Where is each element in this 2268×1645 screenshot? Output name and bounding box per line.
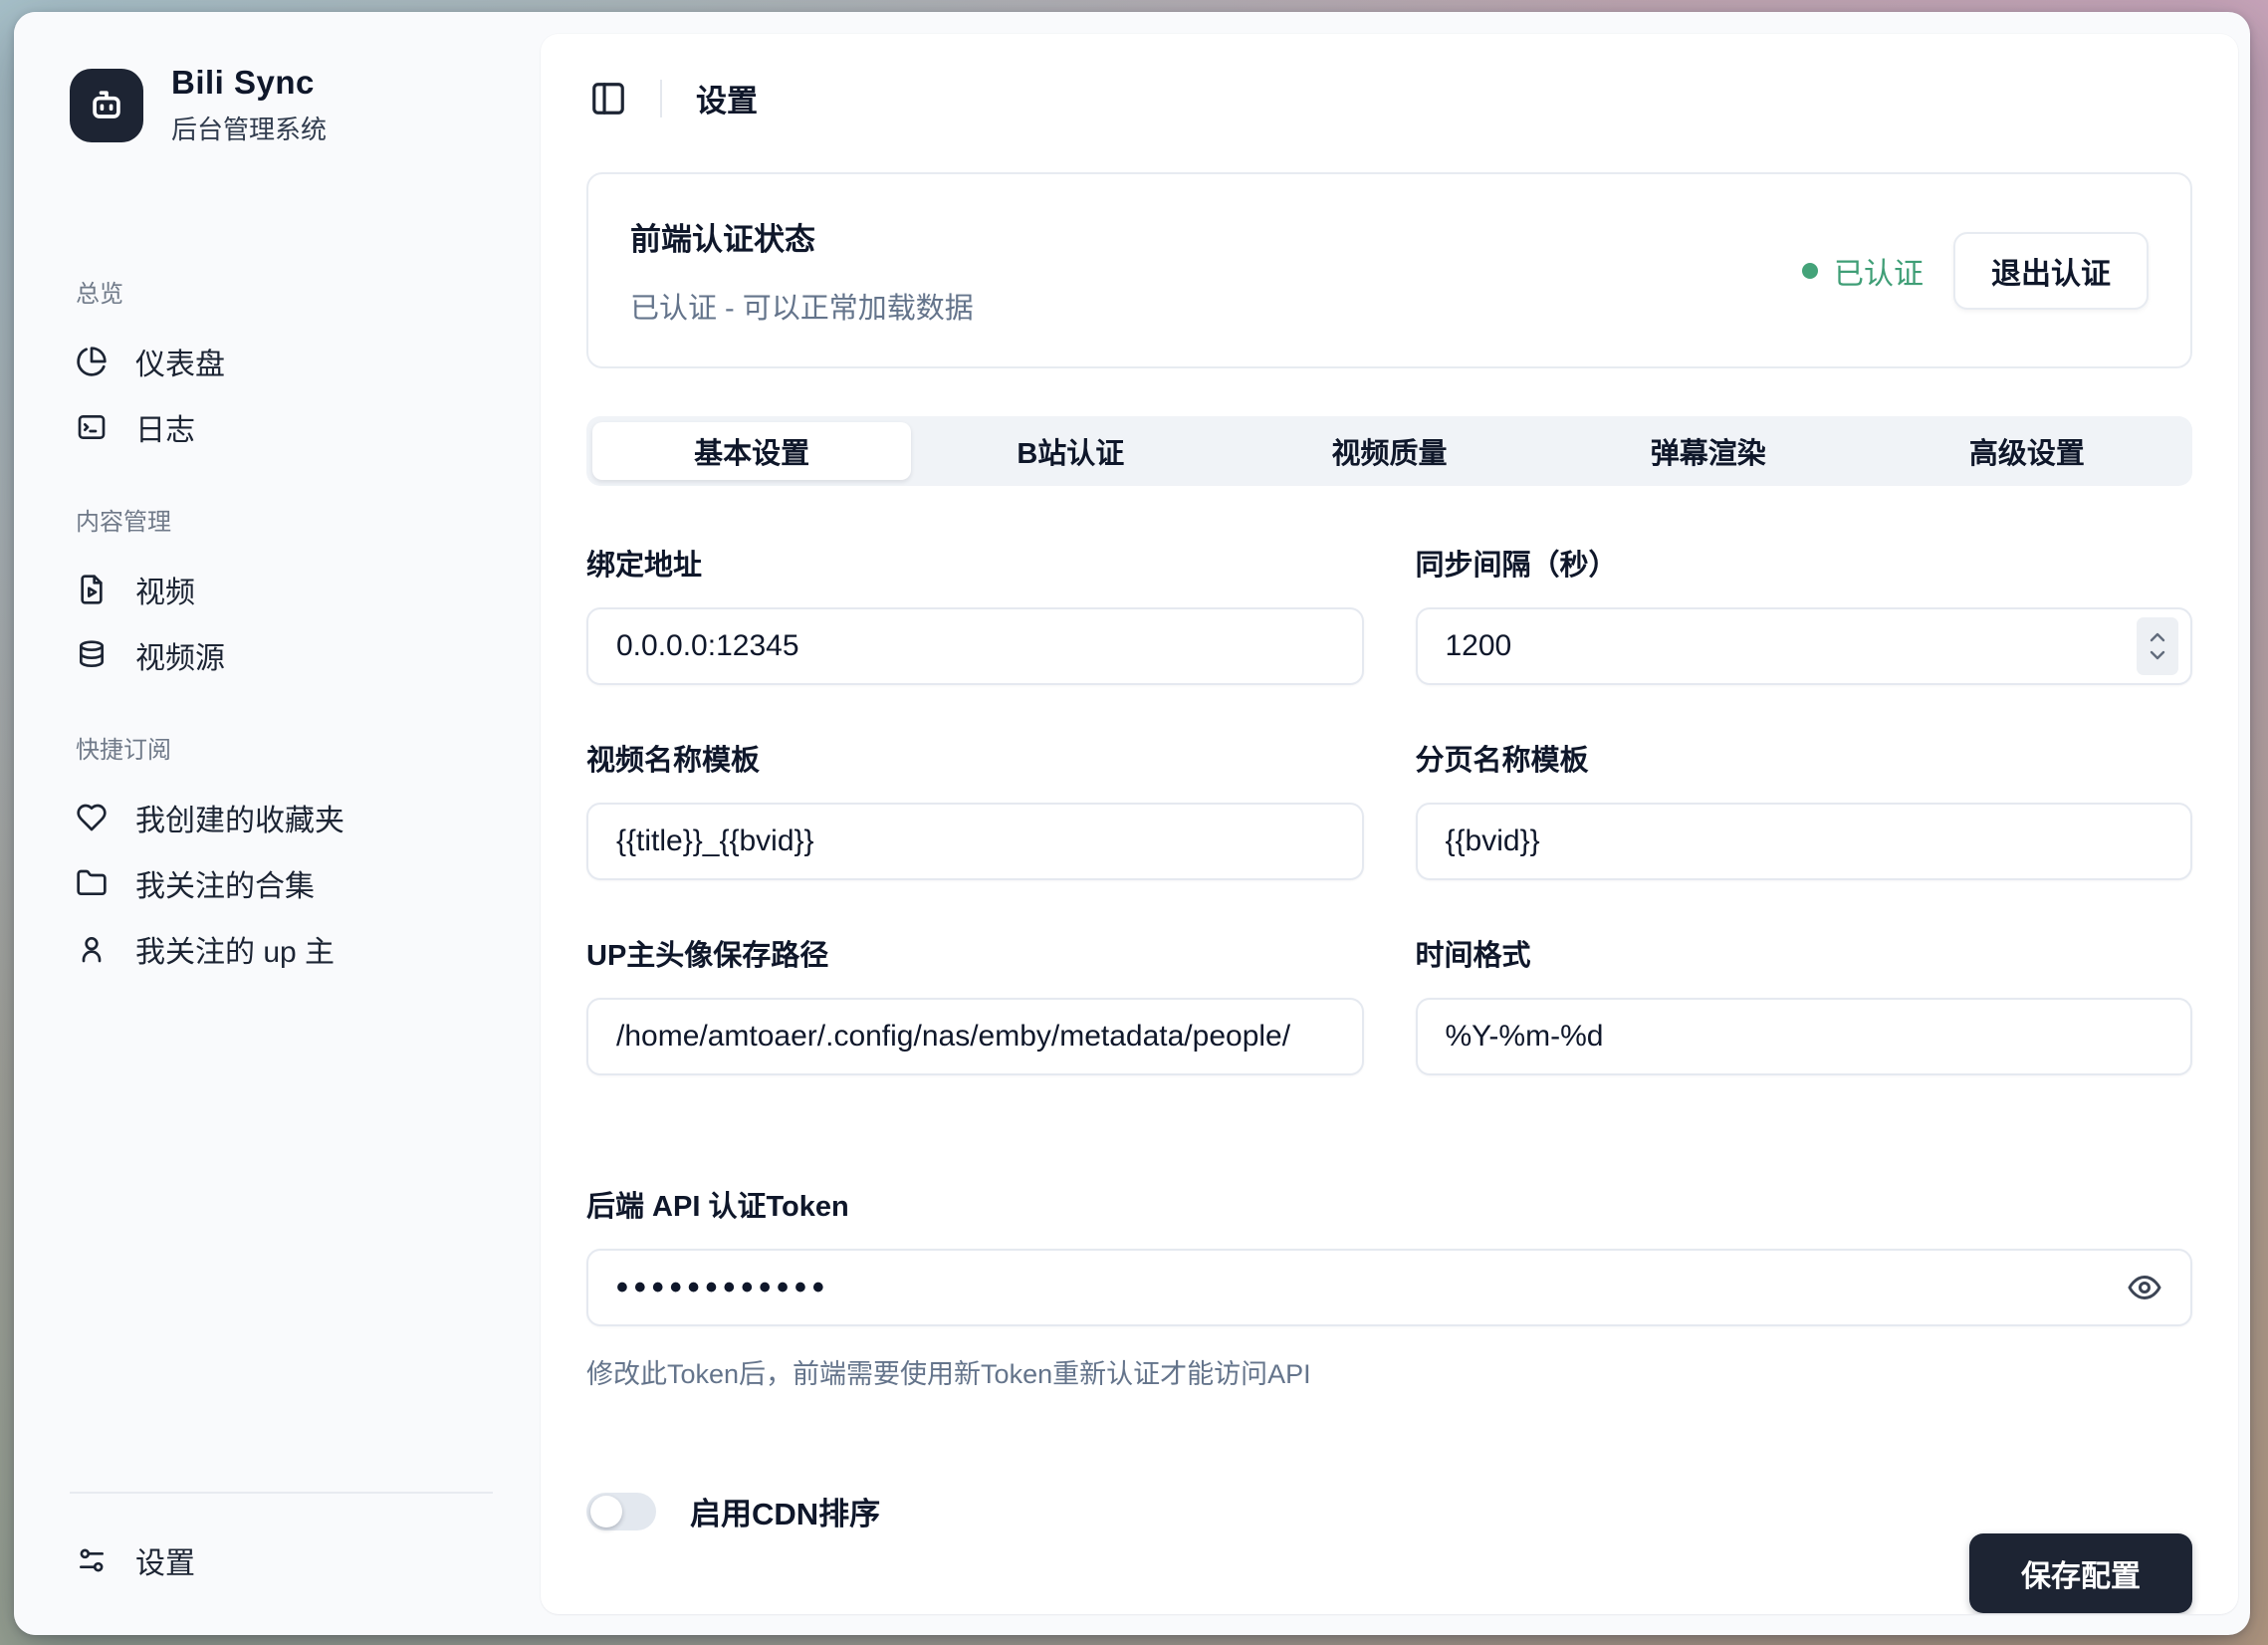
sidebar-item-uploaders[interactable]: 我关注的 up 主 bbox=[70, 916, 493, 982]
api-token-label: 后端 API 认证Token bbox=[586, 1183, 2192, 1225]
panel-left-icon bbox=[589, 80, 627, 118]
auth-card-title: 前端认证状态 bbox=[630, 214, 974, 259]
field-video-name-template: 视频名称模板 bbox=[586, 737, 1364, 880]
settings-tabs: 基本设置 B站认证 视频质量 弹幕渲染 高级设置 bbox=[586, 416, 2192, 486]
field-page-name-template: 分页名称模板 bbox=[1416, 737, 2193, 880]
sidebar-item-favorites[interactable]: 我创建的收藏夹 bbox=[70, 785, 493, 850]
sidebar-item-logs[interactable]: 日志 bbox=[70, 394, 493, 460]
cdn-sorting-label: 启用CDN排序 bbox=[690, 1489, 880, 1533]
save-row: 保存配置 bbox=[586, 1533, 2192, 1613]
toggle-token-visibility-button[interactable] bbox=[2127, 1270, 2162, 1305]
database-icon bbox=[76, 639, 108, 671]
sidebar-toggle-button[interactable] bbox=[586, 77, 630, 120]
cdn-sorting-row: 启用CDN排序 bbox=[586, 1489, 2192, 1533]
field-bind-address: 绑定地址 bbox=[586, 542, 1364, 685]
page-name-template-label: 分页名称模板 bbox=[1416, 737, 2193, 779]
topbar: 设置 bbox=[586, 76, 2192, 120]
field-api-token: 后端 API 认证Token 修改此Token后，前端需要使用新Token重新认… bbox=[586, 1183, 2192, 1391]
sidebar-item-dashboard[interactable]: 仪表盘 bbox=[70, 329, 493, 394]
settings-form-grid: 绑定地址 同步间隔（秒） bbox=[586, 542, 2192, 1075]
sidebar-section-content: 内容管理 bbox=[76, 502, 493, 537]
api-token-helper-text: 修改此Token后，前端需要使用新Token重新认证才能访问API bbox=[586, 1352, 2192, 1391]
heart-icon bbox=[76, 802, 108, 833]
field-time-format: 时间格式 bbox=[1416, 932, 2193, 1075]
time-format-label: 时间格式 bbox=[1416, 932, 2193, 974]
sidebar-item-label: 我关注的合集 bbox=[135, 861, 315, 905]
chevron-down-icon bbox=[2148, 649, 2167, 661]
app-window: Bili Sync 后台管理系统 总览 仪表盘 日志 内容管理 视频 bbox=[14, 12, 2250, 1635]
auth-card-subtitle: 已认证 - 可以正常加载数据 bbox=[630, 285, 974, 327]
field-avatar-path: UP主头像保存路径 bbox=[586, 932, 1364, 1075]
api-token-input[interactable] bbox=[586, 1249, 2192, 1326]
sidebar-item-label: 日志 bbox=[135, 405, 195, 449]
tab-bilibili-auth[interactable]: B站认证 bbox=[911, 422, 1230, 480]
bind-address-label: 绑定地址 bbox=[586, 542, 1364, 584]
status-dot-icon bbox=[1802, 263, 1818, 279]
app-logo bbox=[70, 69, 143, 142]
sidebar-item-collections[interactable]: 我关注的合集 bbox=[70, 850, 493, 916]
bot-icon bbox=[85, 84, 128, 127]
sidebar-item-label: 视频源 bbox=[135, 633, 225, 677]
avatar-path-label: UP主头像保存路径 bbox=[586, 932, 1364, 974]
sidebar-section-subscriptions: 快捷订阅 bbox=[76, 730, 493, 765]
save-config-button[interactable]: 保存配置 bbox=[1969, 1533, 2192, 1613]
file-video-icon bbox=[76, 574, 108, 605]
folder-icon bbox=[76, 867, 108, 899]
brand: Bili Sync 后台管理系统 bbox=[70, 64, 493, 146]
sidebar-item-video-sources[interactable]: 视频源 bbox=[70, 622, 493, 688]
sync-interval-input[interactable] bbox=[1416, 607, 2193, 685]
video-name-template-label: 视频名称模板 bbox=[586, 737, 1364, 779]
sidebar-item-label: 我关注的 up 主 bbox=[135, 927, 335, 971]
time-format-input[interactable] bbox=[1416, 998, 2193, 1075]
app-subtitle: 后台管理系统 bbox=[171, 110, 327, 146]
sidebar-divider bbox=[70, 1492, 493, 1494]
auth-status-card: 前端认证状态 已认证 - 可以正常加载数据 已认证 退出认证 bbox=[586, 172, 2192, 368]
main-card: 设置 前端认证状态 已认证 - 可以正常加载数据 已认证 退出认证 基本设置 B… bbox=[541, 34, 2238, 1614]
bind-address-input[interactable] bbox=[586, 607, 1364, 685]
pie-chart-icon bbox=[76, 346, 108, 377]
auth-badge-label: 已认证 bbox=[1834, 249, 1924, 293]
user-icon bbox=[76, 933, 108, 965]
sidebar-item-label: 仪表盘 bbox=[135, 340, 225, 383]
sidebar-item-videos[interactable]: 视频 bbox=[70, 557, 493, 622]
page-title: 设置 bbox=[696, 76, 758, 120]
sidebar-item-label: 视频 bbox=[135, 568, 195, 611]
sidebar: Bili Sync 后台管理系统 总览 仪表盘 日志 内容管理 视频 bbox=[14, 12, 537, 1635]
main-area: 设置 前端认证状态 已认证 - 可以正常加载数据 已认证 退出认证 基本设置 B… bbox=[537, 12, 2250, 1635]
video-name-template-input[interactable] bbox=[586, 803, 1364, 880]
toggle-knob bbox=[590, 1496, 622, 1528]
tab-danmaku-render[interactable]: 弹幕渲染 bbox=[1549, 422, 1868, 480]
terminal-icon bbox=[76, 411, 108, 443]
sidebar-item-settings[interactable]: 设置 bbox=[70, 1528, 493, 1593]
sidebar-item-label: 我创建的收藏夹 bbox=[135, 796, 344, 839]
auth-status-badge: 已认证 bbox=[1802, 249, 1924, 293]
topbar-separator bbox=[660, 80, 662, 118]
app-title: Bili Sync bbox=[171, 64, 327, 102]
tab-basic-settings[interactable]: 基本设置 bbox=[592, 422, 911, 480]
sidebar-item-label: 设置 bbox=[135, 1538, 195, 1582]
avatar-path-input[interactable] bbox=[586, 998, 1364, 1075]
eye-icon bbox=[2127, 1270, 2162, 1305]
number-stepper[interactable] bbox=[2137, 617, 2178, 675]
logout-auth-button[interactable]: 退出认证 bbox=[1953, 232, 2149, 310]
sidebar-section-overview: 总览 bbox=[76, 274, 493, 309]
page-name-template-input[interactable] bbox=[1416, 803, 2193, 880]
sync-interval-label: 同步间隔（秒） bbox=[1416, 542, 2193, 584]
tab-video-quality[interactable]: 视频质量 bbox=[1230, 422, 1548, 480]
chevron-up-icon bbox=[2148, 631, 2167, 643]
tab-advanced-settings[interactable]: 高级设置 bbox=[1868, 422, 2186, 480]
settings-icon bbox=[76, 1544, 108, 1576]
field-sync-interval: 同步间隔（秒） bbox=[1416, 542, 2193, 685]
cdn-sorting-toggle[interactable] bbox=[586, 1493, 656, 1530]
